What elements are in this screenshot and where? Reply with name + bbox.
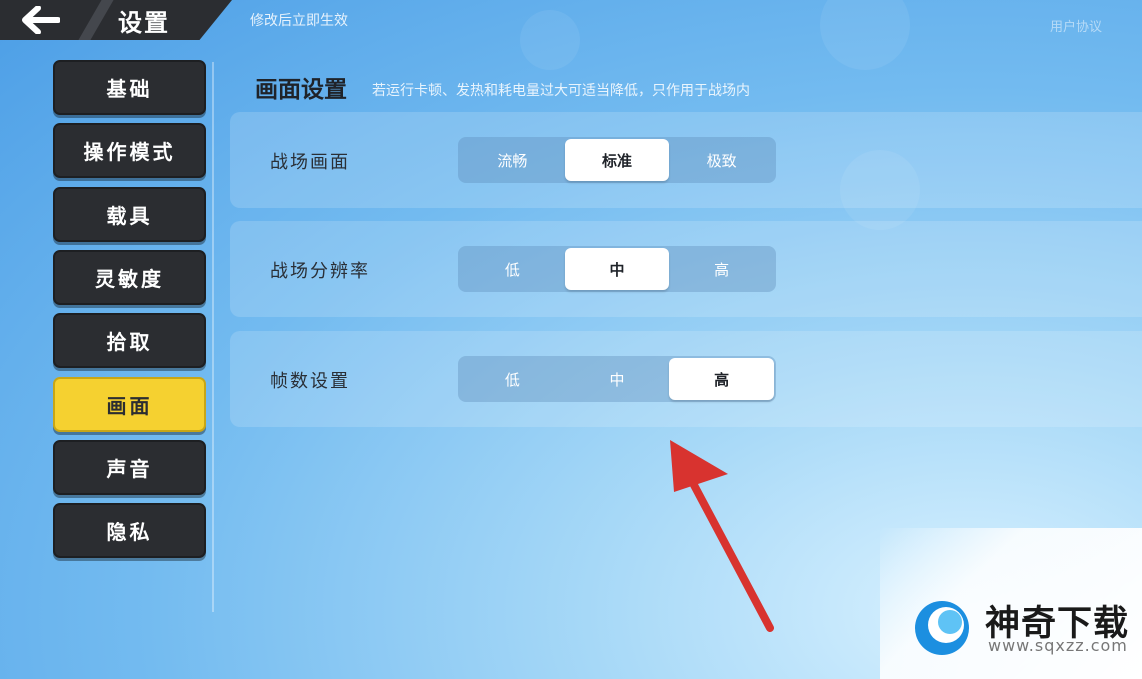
sqxzz-logo-icon — [915, 601, 969, 655]
setting-row-frame-rate: 帧数设置 低 中 高 — [230, 331, 1142, 427]
resolution-selector: 低 中 高 — [458, 246, 776, 292]
option-standard[interactable]: 标准 — [564, 139, 670, 181]
option-low[interactable]: 低 — [460, 248, 565, 290]
sidebar-item-vehicle[interactable]: 载具 — [53, 187, 206, 242]
sidebar-item-label: 隐私 — [106, 520, 153, 544]
sidebar-item-label: 灵敏度 — [95, 267, 164, 291]
sidebar-item-label: 拾取 — [106, 330, 153, 354]
option-extreme[interactable]: 极致 — [669, 139, 774, 181]
setting-label: 帧数设置 — [270, 371, 350, 392]
setting-label: 战场分辨率 — [270, 261, 370, 282]
header-divider — [78, 0, 114, 40]
setting-row-battlefield-graphics: 战场画面 流畅 标准 极致 — [230, 112, 1142, 208]
sidebar-item-label: 画面 — [106, 394, 153, 418]
option-high[interactable]: 高 — [669, 248, 774, 290]
sidebar-item-basic[interactable]: 基础 — [53, 60, 206, 115]
sidebar-item-label: 载具 — [106, 204, 153, 228]
sidebar-item-label: 操作模式 — [83, 140, 176, 164]
sidebar-divider — [212, 62, 214, 612]
sidebar-item-privacy[interactable]: 隐私 — [53, 503, 206, 558]
header-bar: 设置 — [0, 0, 232, 40]
section-title: 画面设置 — [255, 77, 347, 103]
option-smooth[interactable]: 流畅 — [460, 139, 565, 181]
setting-label: 战场画面 — [270, 152, 350, 173]
sidebar-item-sensitivity[interactable]: 灵敏度 — [53, 250, 206, 305]
sidebar-item-sound[interactable]: 声音 — [53, 440, 206, 495]
sidebar-item-label: 基础 — [106, 77, 153, 101]
user-agreement-link[interactable]: 用户协议 — [1050, 16, 1102, 35]
background-decoration — [520, 10, 580, 70]
graphics-quality-selector: 流畅 标准 极致 — [458, 137, 776, 183]
setting-row-resolution: 战场分辨率 低 中 高 — [230, 221, 1142, 317]
section-hint: 若运行卡顿、发热和耗电量过大可适当降低，只作用于战场内 — [372, 83, 750, 99]
sidebar-item-label: 声音 — [106, 457, 153, 481]
red-arrow-annotation — [670, 440, 774, 632]
option-medium[interactable]: 中 — [565, 358, 670, 400]
background-decoration — [820, 0, 910, 70]
page-title: 设置 — [118, 9, 170, 37]
sidebar-item-pickup[interactable]: 拾取 — [53, 313, 206, 368]
sidebar-item-graphics[interactable]: 画面 — [53, 377, 206, 432]
option-low[interactable]: 低 — [460, 358, 565, 400]
watermark-url: www.sqxzz.com — [988, 636, 1128, 655]
option-high[interactable]: 高 — [669, 358, 775, 400]
back-button[interactable] — [6, 0, 76, 40]
sidebar-item-control-mode[interactable]: 操作模式 — [53, 123, 206, 178]
header-note: 修改后立即生效 — [250, 13, 348, 29]
option-medium[interactable]: 中 — [564, 248, 670, 290]
frame-rate-selector: 低 中 高 — [458, 356, 776, 402]
back-arrow-icon — [22, 6, 60, 34]
